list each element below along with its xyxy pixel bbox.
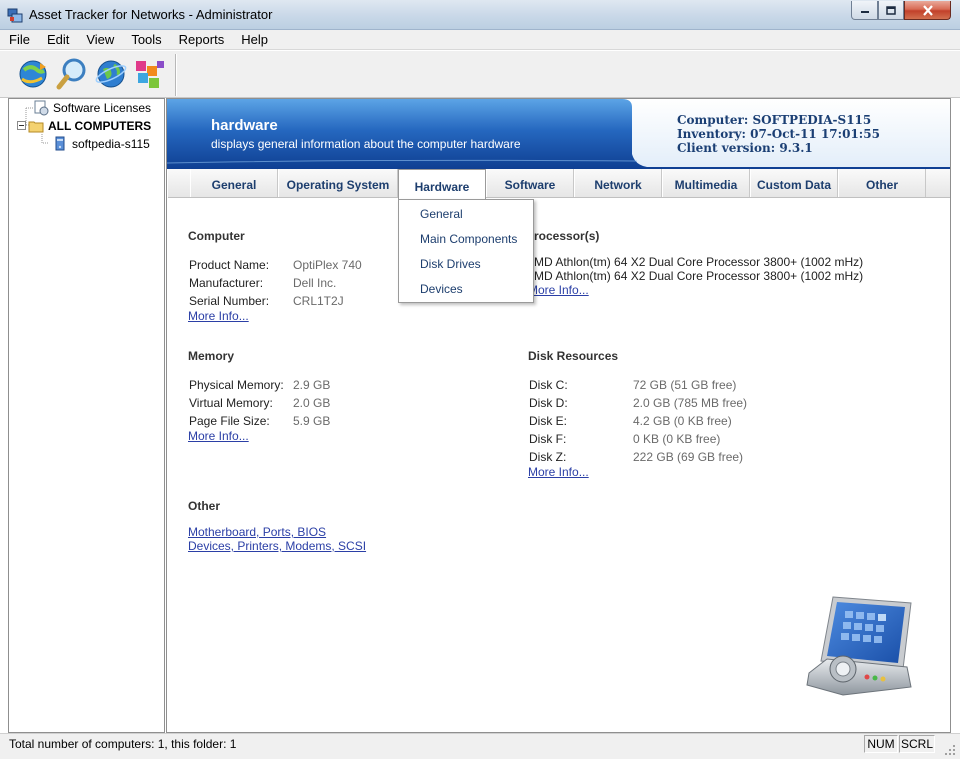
disk-resources-heading: Disk Resources [528, 349, 619, 363]
serial-number-value: CRL1T2J [293, 294, 344, 308]
processor-line: AMD Athlon(tm) 64 X2 Dual Core Processor… [526, 255, 864, 269]
banner-inventory: Inventory: 07-Oct-11 17:01:55 [677, 127, 880, 141]
num-lock-indicator: NUM [864, 735, 898, 753]
disk-more-info-link[interactable]: More Info... [528, 465, 589, 479]
devices-link[interactable]: Devices, Printers, Modems, SCSI [188, 539, 366, 553]
folder-icon [28, 121, 44, 132]
close-button[interactable] [904, 1, 951, 20]
close-icon [922, 4, 933, 16]
licenses-icon [34, 100, 49, 115]
product-name-value: OptiPlex 740 [293, 258, 362, 272]
banner-subtitle: displays general information about the c… [211, 137, 521, 151]
tab-other[interactable]: Other [838, 169, 926, 197]
processor-line: AMD Athlon(tm) 64 X2 Dual Core Processor… [526, 269, 864, 283]
dropdown-item-main-components[interactable]: Main Components [420, 232, 517, 246]
menu-reports[interactable]: Reports [179, 32, 225, 47]
computer-heading: Computer [188, 229, 245, 243]
computer-more-info-link[interactable]: More Info... [188, 309, 249, 323]
processor-more-info-link[interactable]: More Info... [528, 283, 589, 297]
status-bar: Total number of computers: 1, this folde… [0, 733, 960, 759]
disk-e-label: Disk E: [529, 414, 568, 428]
virtual-memory-value: 2.0 GB [293, 396, 331, 410]
resize-grip-icon[interactable] [944, 744, 956, 756]
physical-memory-label: Physical Memory: [189, 378, 284, 392]
physical-memory-value: 2.9 GB [293, 378, 331, 392]
processor-heading: Processor(s) [526, 229, 600, 243]
tree-item-softpedia-s115[interactable]: softpedia-s115 [52, 135, 150, 152]
dropdown-item-devices[interactable]: Devices [420, 282, 463, 296]
window-title: Asset Tracker for Networks - Administrat… [29, 7, 273, 22]
tab-hardware[interactable]: Hardware [398, 169, 486, 199]
internet-globe-icon[interactable] [94, 57, 128, 91]
status-text: Total number of computers: 1, this folde… [9, 737, 237, 751]
tab-strip: General Operating System Hardware Softwa… [168, 169, 950, 199]
disk-f-label: Disk F: [529, 432, 567, 446]
tree-item-label: ALL COMPUTERS [48, 118, 152, 133]
disk-z-label: Disk Z: [529, 450, 567, 464]
maximize-button[interactable] [878, 1, 904, 20]
app-icon [7, 8, 23, 23]
toolbar-separator [175, 54, 176, 96]
hardware-dropdown-menu: General Main Components Disk Drives Devi… [398, 199, 534, 303]
details-pane: hardware displays general information ab… [166, 98, 951, 733]
tab-general[interactable]: General [190, 169, 278, 197]
motherboard-link[interactable]: Motherboard, Ports, BIOS [188, 525, 326, 539]
menu-bar: File Edit View Tools Reports Help [0, 30, 960, 50]
disk-z-value: 222 GB (69 GB free) [633, 450, 744, 464]
tab-multimedia[interactable]: Multimedia [662, 169, 750, 197]
disk-c-value: 72 GB (51 GB free) [633, 378, 737, 392]
menu-help[interactable]: Help [241, 32, 268, 47]
manufacturer-value: Dell Inc. [293, 276, 337, 290]
title-bar: Asset Tracker for Networks - Administrat… [0, 0, 960, 30]
disk-f-value: 0 KB (0 KB free) [633, 432, 721, 446]
banner-client-version: Client version: 9.3.1 [677, 141, 813, 155]
report-cubes-icon[interactable] [133, 57, 167, 91]
menu-view[interactable]: View [86, 32, 114, 47]
banner-title: hardware [211, 117, 278, 134]
menu-file[interactable]: File [9, 32, 30, 47]
tab-operating-system[interactable]: Operating System [278, 169, 398, 197]
collapse-icon[interactable] [17, 121, 26, 130]
computer-icon [55, 136, 65, 150]
maximize-icon [886, 5, 896, 15]
memory-heading: Memory [188, 349, 235, 363]
search-magnifier-icon[interactable] [55, 57, 89, 91]
dropdown-item-disk-drives[interactable]: Disk Drives [420, 257, 481, 271]
toolbar [0, 51, 960, 98]
disk-e-value: 4.2 GB (0 KB free) [633, 414, 732, 428]
scroll-lock-indicator: SCRL [899, 735, 935, 753]
disk-c-label: Disk C: [529, 378, 568, 392]
menu-edit[interactable]: Edit [47, 32, 69, 47]
tree-item-label: Software Licenses [53, 100, 152, 115]
minimize-button[interactable] [851, 1, 878, 20]
refresh-globe-icon[interactable] [16, 57, 50, 91]
other-heading: Other [188, 499, 221, 513]
page-file-size-label: Page File Size: [189, 414, 270, 428]
tab-software[interactable]: Software [486, 169, 574, 197]
virtual-memory-label: Virtual Memory: [189, 396, 273, 410]
banner-computer: Computer: SOFTPEDIA-S115 [677, 113, 872, 127]
memory-more-info-link[interactable]: More Info... [188, 429, 249, 443]
dropdown-item-general[interactable]: General [420, 207, 463, 221]
minimize-icon [860, 11, 869, 13]
tab-network[interactable]: Network [574, 169, 662, 197]
menu-tools[interactable]: Tools [131, 32, 161, 47]
disk-d-label: Disk D: [529, 396, 568, 410]
manufacturer-label: Manufacturer: [189, 276, 264, 290]
tab-custom-data[interactable]: Custom Data [750, 169, 838, 197]
product-name-label: Product Name: [189, 258, 270, 272]
folder-tree: Software Licenses ALL COMPUTERS softpedi… [8, 98, 165, 733]
serial-number-label: Serial Number: [189, 294, 270, 308]
tree-item-label: softpedia-s115 [72, 136, 150, 151]
page-file-size-value: 5.9 GB [293, 414, 331, 428]
tree-item-all-computers[interactable]: ALL COMPUTERS [17, 117, 151, 134]
disk-d-value: 2.0 GB (785 MB free) [633, 396, 748, 410]
tree-item-software-licenses[interactable]: Software Licenses [33, 99, 151, 116]
hardware-device-icon [806, 596, 912, 696]
